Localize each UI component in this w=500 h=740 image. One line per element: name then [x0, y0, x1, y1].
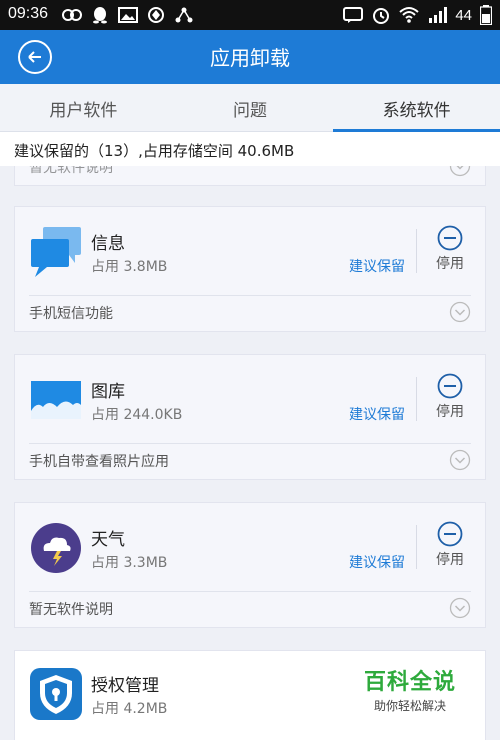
app-description: 手机自带查看照片应用	[29, 454, 169, 470]
status-icons-left	[62, 6, 194, 24]
watermark-logo: 百科全说 助你轻松解决	[350, 664, 470, 714]
app-card: 图库 占用 244.0KB 建议保留 停用 手机自带查看照片应用	[14, 354, 486, 480]
weather-icon	[31, 523, 81, 573]
app-card: 信息 占用 3.8MB 建议保留 停用 手机短信功能	[14, 206, 486, 332]
app-size: 占用 3.8MB	[91, 259, 168, 275]
battery-level: 44	[455, 6, 472, 24]
disable-label: 停用	[436, 256, 464, 272]
battery-icon	[480, 5, 492, 25]
divider	[29, 443, 471, 444]
infinity-icon	[62, 9, 82, 21]
signal-icon	[429, 7, 448, 23]
app-list[interactable]: 暂无软件说明 信息 占用 3.8MB 建议保留 停用 手机短信功能 图库 占用 …	[0, 166, 500, 740]
keep-recommendation: 建议保留	[349, 407, 405, 423]
divider	[29, 591, 471, 592]
message-icon	[343, 7, 364, 23]
status-icons-right: 44	[343, 5, 492, 25]
sync-icon	[148, 7, 164, 23]
wifi-icon	[399, 7, 419, 23]
app-description: 暂无软件说明	[29, 166, 113, 176]
disable-button[interactable]: 停用	[431, 225, 469, 273]
divider	[416, 525, 417, 569]
image-icon	[118, 7, 138, 23]
app-description: 手机短信功能	[29, 306, 113, 322]
tab-issues[interactable]: 问题	[167, 84, 334, 131]
divider	[29, 295, 471, 296]
status-time: 09:36	[8, 5, 49, 22]
status-bar: 09:36 44	[0, 0, 500, 30]
gallery-icon	[31, 381, 81, 419]
app-size: 占用 4.2MB	[91, 701, 168, 717]
keep-recommendation: 建议保留	[349, 259, 405, 275]
share-icon	[175, 7, 193, 23]
disable-button[interactable]: 停用	[431, 521, 469, 569]
app-name: 信息	[91, 234, 125, 254]
shield-lock-icon	[30, 668, 82, 720]
message-bubble-icon	[31, 227, 81, 277]
expand-chevron-icon[interactable]	[449, 301, 471, 323]
watermark-title: 百科全说	[363, 670, 456, 695]
disable-label: 停用	[436, 552, 464, 568]
qq-icon	[93, 7, 107, 24]
app-card-partial: 暂无软件说明	[14, 166, 486, 186]
tab-bar: 用户软件 问题 系统软件	[0, 84, 500, 132]
minus-circle-icon	[437, 225, 463, 251]
storage-summary: 建议保留的（13）,占用存储空间 40.6MB	[0, 132, 500, 166]
minus-circle-icon	[437, 521, 463, 547]
watermark-subtitle: 助你轻松解决	[373, 699, 446, 713]
page-title: 应用卸载	[210, 46, 290, 70]
app-name: 天气	[91, 530, 125, 550]
keep-recommendation: 建议保留	[349, 555, 405, 571]
minus-circle-icon	[437, 373, 463, 399]
divider	[416, 377, 417, 421]
app-description: 暂无软件说明	[29, 602, 113, 618]
app-name: 图库	[91, 382, 125, 402]
tab-user-software[interactable]: 用户软件	[0, 84, 167, 131]
app-name: 授权管理	[91, 676, 159, 696]
disable-label: 停用	[436, 404, 464, 420]
tab-system-software[interactable]: 系统软件	[333, 84, 500, 132]
disable-button[interactable]: 停用	[431, 373, 469, 421]
app-size: 占用 3.3MB	[91, 555, 168, 571]
app-size: 占用 244.0KB	[91, 407, 183, 423]
expand-chevron-icon[interactable]	[449, 166, 471, 177]
expand-chevron-icon[interactable]	[449, 449, 471, 471]
app-card: 天气 占用 3.3MB 建议保留 停用 暂无软件说明	[14, 502, 486, 628]
alarm-icon	[373, 8, 390, 24]
divider	[416, 229, 417, 273]
title-bar: 应用卸载	[0, 30, 500, 84]
expand-chevron-icon[interactable]	[449, 597, 471, 619]
